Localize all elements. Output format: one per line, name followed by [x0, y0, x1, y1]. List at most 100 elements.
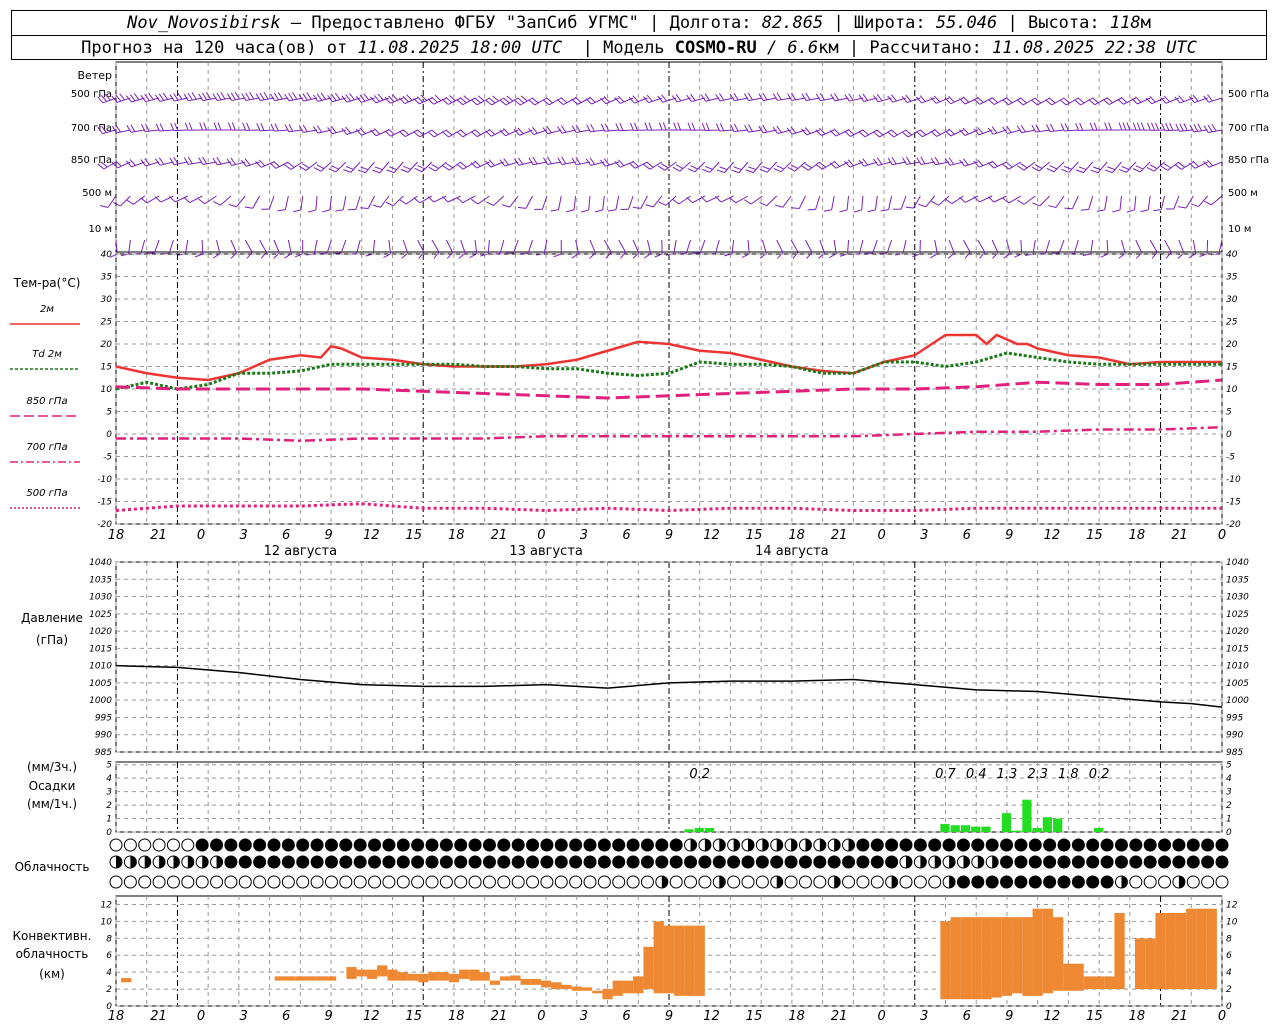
wind-level-label-left: 500 м: [82, 188, 112, 199]
wind-barb: [702, 161, 720, 173]
wind-barb-staff: [493, 195, 505, 206]
precip-tick-right: 5: [1226, 761, 1232, 771]
wind-barb-flag: [503, 128, 510, 135]
conv-bar: [500, 976, 511, 981]
wind-barb-flag: [1179, 123, 1184, 132]
conv-bar: [1053, 917, 1064, 991]
wind-barb-flag: [442, 98, 449, 105]
temp-legend-label: 2м: [40, 304, 54, 315]
temp-tick-right: 10: [1226, 385, 1238, 395]
wind-barb-flag: [1197, 123, 1203, 132]
wind-barb-flag: [169, 196, 176, 203]
cloud-cover-symbol: [526, 855, 540, 869]
wind-barb-flag: [115, 125, 122, 133]
wind-barb-flag: [1117, 98, 1124, 105]
wind-barb-flag: [1075, 169, 1084, 174]
wind-barb-staff: [1198, 195, 1209, 207]
wind-barb: [607, 195, 620, 212]
wind-barb-staff: [1068, 161, 1079, 173]
temp-tick-right: 0: [1226, 430, 1232, 440]
wind-barb: [839, 195, 850, 213]
wind-barb-flag: [260, 251, 267, 259]
cloud-cover-symbol: [1143, 855, 1157, 869]
wind-barb-flag: [705, 122, 710, 131]
cloud-cover-symbol: [554, 875, 568, 889]
wind-barb: [828, 239, 837, 259]
wind-barb: [977, 239, 986, 259]
wind-barb-flag: [787, 93, 793, 101]
wind-barb: [665, 239, 677, 256]
wind-barb-flag: [343, 169, 351, 173]
temp-tick-left: 40: [101, 250, 113, 260]
wind-barb-flag: [959, 98, 966, 105]
lat-value: 55.046: [935, 13, 998, 33]
wind-barb-flag: [801, 93, 807, 101]
cloud-cover-symbol: [569, 855, 583, 869]
conv-unit: (км): [39, 967, 65, 981]
cloud-cover-symbol: [827, 855, 841, 869]
cloud-cover-symbol: [310, 855, 324, 869]
wind-barb-flag: [372, 204, 381, 208]
wind-barb-flag: [546, 126, 553, 134]
wind-barb-flag: [306, 92, 312, 100]
precip-bar: [684, 829, 694, 832]
wind-barb-flag: [177, 92, 183, 100]
cloud-cover-fill: [1178, 876, 1185, 888]
cloud-cover-fill: [748, 839, 754, 851]
wind-barb-flag: [773, 168, 782, 173]
cloud-cover-symbol: [1129, 875, 1143, 889]
cloud-cover-symbol: [669, 838, 683, 852]
wind-barb-flag: [991, 160, 998, 167]
wind-barb-flag: [930, 157, 936, 166]
cloud-cover-symbol: [1071, 875, 1085, 889]
wind-barb-flag: [1178, 206, 1187, 209]
conv-bar: [643, 946, 654, 990]
cloud-cover-symbol: [1014, 875, 1028, 889]
forecast-from: 11.08.2025 18:00 UTC: [357, 38, 563, 58]
wind-barb-staff: [220, 195, 232, 206]
pressure-tick-right: 985: [1226, 748, 1243, 758]
wind-barb-flag: [632, 95, 639, 102]
cloud-cover-symbol: [195, 838, 209, 852]
time-tick-label: 3: [580, 1009, 588, 1024]
wind-barb-flag: [292, 92, 298, 100]
wind-barb: [1046, 161, 1065, 173]
wind-barb-staff: [738, 161, 749, 174]
time-tick-label: 21: [491, 1009, 508, 1024]
cloud-cover-symbol: [956, 838, 970, 852]
cloud-cover-symbol: [396, 838, 410, 852]
cloud-cover-fill: [891, 876, 898, 888]
wind-barb-flag: [470, 131, 478, 138]
conv-bar: [581, 987, 593, 991]
wind-barb-flag: [973, 98, 981, 105]
wind-barb-flag: [1178, 162, 1186, 168]
wind-barb-flag: [298, 94, 304, 102]
wind-barb-flag: [442, 165, 450, 171]
wind-barb-staff: [692, 195, 706, 204]
wind-barb-flag: [632, 160, 639, 167]
cloud-cover-symbol: [324, 875, 338, 889]
cloud-cover-symbol: [1201, 838, 1215, 852]
wind-barb-flag: [445, 162, 453, 169]
conv-bar: [284, 976, 296, 981]
wind-barb-staff: [714, 239, 720, 254]
cloud-cover-symbol: [1129, 855, 1143, 869]
wind-barb-staff: [685, 239, 692, 254]
wind-barb-flag: [140, 197, 148, 204]
wind-barb: [513, 127, 533, 136]
wind-barb-flag: [474, 129, 481, 136]
wind-barb: [230, 239, 238, 259]
wind-barb-staff: [284, 195, 289, 210]
wind-barb-flag: [701, 122, 706, 131]
time-tick-label: 0: [537, 528, 545, 543]
wind-barb-staff: [259, 239, 267, 253]
wind-barb-flag: [691, 122, 696, 131]
wind-barb-staff: [393, 161, 404, 173]
wind-barb-staff: [619, 129, 634, 132]
wind-barb-flag: [672, 198, 680, 205]
cloud-cover-symbol: [152, 875, 166, 889]
wind-barb: [335, 195, 347, 212]
wind-barb-flag: [126, 125, 132, 133]
wind-barb-flag: [687, 168, 696, 173]
conv-bar: [325, 976, 337, 981]
